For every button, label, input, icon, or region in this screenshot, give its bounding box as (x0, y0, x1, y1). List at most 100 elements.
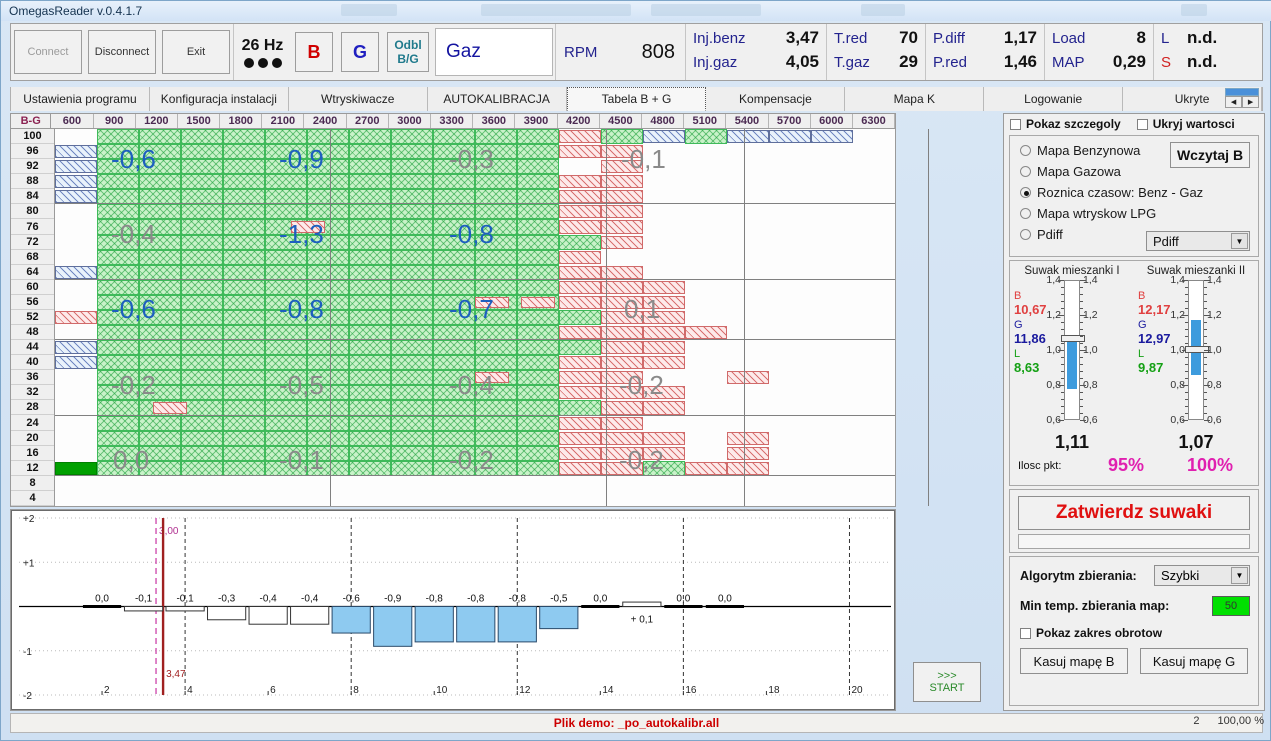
map-table[interactable]: B-G 600 900 1200 1500 1800 2100 2400 2700 3000 330… (10, 113, 929, 507)
map-cell[interactable] (727, 400, 769, 415)
map-cell[interactable] (769, 130, 812, 144)
delete-map-g-button[interactable]: Kasuj mapę G (1140, 648, 1248, 674)
map-cell[interactable] (643, 295, 686, 309)
map-cell[interactable] (685, 265, 727, 280)
map-cell[interactable] (96, 430, 139, 446)
map-cell[interactable] (853, 340, 895, 355)
map-cell[interactable] (727, 250, 769, 265)
map-cell[interactable] (559, 400, 602, 416)
map-cell[interactable] (601, 461, 644, 475)
map-cell[interactable] (559, 145, 602, 159)
map-cell[interactable] (685, 340, 727, 355)
map-cell[interactable] (517, 219, 560, 235)
map-cell[interactable] (55, 356, 98, 370)
connect-button[interactable]: Connect (14, 30, 82, 74)
map-cell[interactable] (307, 476, 349, 491)
pdiff-select[interactable]: Pdiff ▼ (1146, 231, 1250, 251)
map-cell[interactable] (475, 340, 518, 356)
map-cell[interactable] (727, 416, 769, 431)
map-cell[interactable] (55, 370, 97, 385)
map-cell[interactable] (55, 461, 98, 475)
map-cell[interactable] (391, 400, 434, 416)
map-cell[interactable] (727, 280, 769, 295)
map-cell[interactable] (265, 174, 308, 190)
map-cell[interactable] (349, 430, 392, 446)
exit-button[interactable]: Exit (162, 30, 230, 74)
difference-chart[interactable]: +2 +1 -1 -2 2 4 6 8 10 12 14 16 18 20 3,00 3,47 0,0 -0,1-… (10, 509, 896, 711)
map-cell[interactable] (181, 491, 223, 506)
map-cell[interactable] (391, 445, 434, 461)
map-cell[interactable] (391, 264, 434, 280)
map-cell[interactable] (853, 174, 895, 189)
map-cell[interactable] (853, 476, 895, 491)
delete-map-b-button[interactable]: Kasuj mapę B (1020, 648, 1128, 674)
map-cell[interactable] (559, 431, 602, 445)
map-cell[interactable] (307, 234, 350, 250)
map-cell[interactable] (223, 340, 266, 356)
map-table-cells[interactable]: -0,6 -0,9 -0,3 -0,1 -0,4 -1,3 -0,8 -0,6 -0,8 -0,7… (55, 129, 929, 506)
map-cell[interactable] (517, 340, 560, 356)
map-cell[interactable] (349, 415, 392, 431)
map-cell[interactable] (643, 219, 685, 234)
map-cell[interactable] (643, 416, 685, 431)
map-cell[interactable] (769, 446, 811, 461)
map-cell[interactable] (139, 144, 182, 160)
map-cell[interactable] (769, 340, 811, 355)
map-cell[interactable] (138, 234, 181, 250)
map-cell[interactable] (97, 159, 140, 175)
map-cell[interactable] (222, 445, 265, 461)
map-cell[interactable] (643, 189, 685, 204)
map-cell[interactable] (55, 280, 97, 295)
chart-bar[interactable] (290, 606, 330, 625)
map-cell[interactable] (433, 249, 476, 265)
chart-bar[interactable] (123, 606, 164, 612)
map-cell[interactable] (811, 130, 854, 144)
map-cell[interactable] (138, 370, 181, 386)
tab-autokalibracja[interactable]: AUTOKALIBRACJA (427, 87, 567, 111)
map-cell[interactable] (265, 294, 308, 310)
map-cell[interactable] (223, 234, 266, 250)
map-cell[interactable] (643, 341, 686, 355)
map-cell[interactable] (307, 159, 350, 175)
map-cell[interactable] (223, 460, 266, 476)
map-cell[interactable] (349, 294, 392, 310)
mixture-slider-2[interactable]: B 12,17 G 12,97 L 9,87 1,4 1,2 1,0 0,8 0,6 1… (1134, 274, 1258, 428)
map-cell[interactable] (853, 204, 895, 219)
mixture-slider-1[interactable]: B 10,67 G 11,86 L 8,63 1,4 1,2 1,0 0,8 0,6 1… (1010, 274, 1134, 428)
map-cell[interactable] (223, 294, 266, 310)
map-cell[interactable] (769, 385, 811, 400)
map-cell[interactable] (685, 491, 727, 506)
map-cell[interactable] (685, 446, 727, 461)
map-cell[interactable] (349, 460, 392, 476)
map-cell[interactable] (349, 204, 392, 220)
map-cell[interactable] (601, 175, 644, 189)
map-cell[interactable] (391, 204, 434, 220)
map-cell[interactable] (138, 415, 181, 431)
map-cell[interactable] (181, 144, 224, 160)
map-cell[interactable] (811, 204, 853, 219)
map-cell[interactable] (811, 280, 853, 295)
min-temp-value[interactable]: 50 (1212, 596, 1250, 616)
map-cell[interactable] (601, 371, 644, 385)
map-cell[interactable] (97, 144, 140, 160)
map-cell[interactable] (601, 129, 644, 145)
map-cell[interactable] (643, 476, 685, 491)
map-cell[interactable] (769, 431, 811, 446)
map-cell[interactable] (433, 445, 476, 461)
map-cell[interactable] (180, 445, 223, 461)
map-cell[interactable] (265, 204, 308, 220)
map-cell[interactable] (139, 309, 182, 326)
tab-logowanie[interactable]: Logowanie (984, 87, 1124, 111)
map-cell[interactable] (96, 445, 139, 461)
map-cell[interactable] (307, 445, 350, 461)
map-cell[interactable] (811, 189, 853, 204)
map-cell[interactable] (517, 325, 560, 341)
map-cell[interactable] (727, 130, 770, 144)
chart-bar[interactable] (82, 605, 122, 608)
map-cell[interactable] (391, 294, 434, 310)
map-cell[interactable] (685, 416, 727, 431)
map-cell[interactable] (96, 325, 139, 341)
map-cell[interactable] (643, 431, 686, 445)
map-cell[interactable] (138, 279, 181, 295)
map-cell[interactable] (55, 491, 97, 506)
